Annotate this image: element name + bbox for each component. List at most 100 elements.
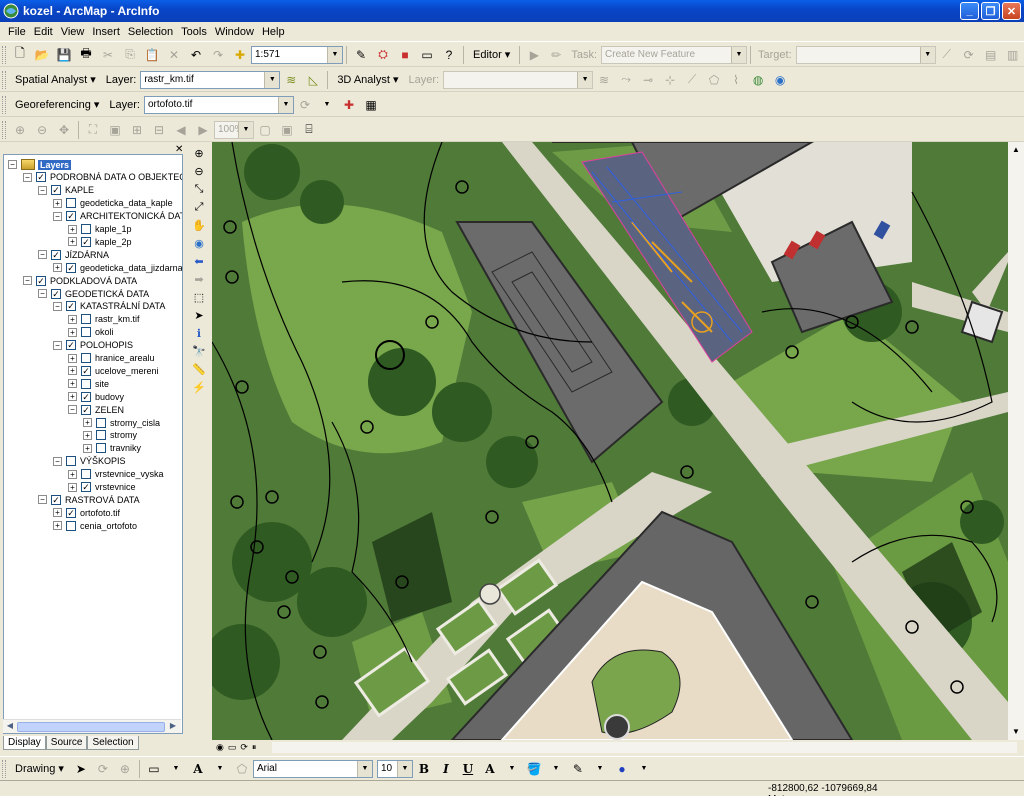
dropdown-icon[interactable]: ▼ [316, 94, 338, 116]
new-document-icon[interactable]: 🗋 [9, 44, 31, 66]
zoom-whole-page-icon[interactable]: ⛶ [82, 119, 104, 141]
collapse-icon[interactable]: − [53, 301, 62, 311]
back-icon[interactable]: ⬅ [188, 252, 210, 270]
expand-icon[interactable]: + [83, 443, 92, 453]
toc-layer-item[interactable]: + ✓ vrstevnice [68, 481, 136, 494]
chevron-down-icon[interactable]: ▼ [356, 760, 372, 777]
fixed-zoom-out-icon[interactable]: ⤢ [188, 198, 210, 216]
toc-layer-item[interactable]: − ✓ RASTROVÁ DATA [38, 493, 140, 506]
rotate-icon[interactable]: ⟳ [92, 758, 114, 780]
zoom-out-icon[interactable]: ⊖ [188, 162, 210, 180]
collapse-icon[interactable]: − [38, 185, 47, 195]
collapse-icon[interactable]: − [53, 211, 62, 221]
expand-icon[interactable]: + [68, 353, 77, 363]
pause-drawing-icon[interactable]: ⏸ [252, 742, 257, 753]
toc-layer-item[interactable]: + ✓ ucelove_mereni [68, 364, 159, 377]
arcscene-icon[interactable]: ◍ [747, 69, 769, 91]
toc-layer-item[interactable]: − ✓ ZELEN [68, 403, 124, 416]
editor-toolbar-icon[interactable]: ✎ [350, 44, 372, 66]
layer-visibility-checkbox[interactable]: ✓ [81, 236, 91, 247]
toc-layer-item[interactable]: − VÝŠKOPIS [53, 455, 126, 468]
pan-layout-icon[interactable]: ✥ [53, 119, 75, 141]
layer-label[interactable]: kaple_2p [95, 237, 132, 247]
zoom-in-icon[interactable]: ⊕ [188, 144, 210, 162]
text-icon[interactable]: A [187, 758, 209, 780]
layer-label[interactable]: geodeticka_data_kaple [80, 198, 173, 208]
layer-visibility-checkbox[interactable]: ✓ [36, 172, 46, 183]
layer-label[interactable]: PODKLADOVÁ DATA [50, 276, 137, 286]
refresh-icon[interactable]: ⟳ [240, 742, 248, 753]
layer-label[interactable]: PODROBNÁ DATA O OBJEKTECH [50, 172, 182, 182]
fixed-zoom-in-icon[interactable]: ⤡ [188, 180, 210, 198]
menu-help[interactable]: Help [258, 26, 289, 38]
collapse-icon[interactable]: − [68, 405, 77, 415]
interpolate-line-icon[interactable]: ⟋ [681, 69, 703, 91]
cut-icon[interactable]: ✂ [97, 44, 119, 66]
toc-layer-item[interactable]: + ✓ ortofoto.tif [53, 506, 120, 519]
menu-view[interactable]: View [57, 26, 89, 38]
toc-layer-item[interactable]: + site [68, 377, 109, 390]
collapse-icon[interactable]: − [23, 172, 32, 182]
zoom-to-selected-icon[interactable]: ⊕ [114, 758, 136, 780]
layout-view-icon[interactable]: ▭ [228, 742, 237, 753]
layer-visibility-checkbox[interactable]: ✓ [81, 391, 91, 402]
scale-combo[interactable]: 1:571 ▼ [251, 45, 343, 64]
layer-label[interactable]: RASTROVÁ DATA [65, 495, 140, 505]
zoom-out-layout-icon[interactable]: ⊖ [31, 119, 53, 141]
expand-icon[interactable]: + [83, 430, 92, 440]
fill-color-icon[interactable]: 🪣 [523, 758, 545, 780]
menu-insert[interactable]: Insert [88, 26, 124, 38]
dropdown-icon[interactable]: ▼ [633, 758, 655, 780]
select-features-icon[interactable]: ⬚ [188, 288, 210, 306]
maximize-button[interactable]: ❐ [981, 2, 1000, 20]
select-elements-icon[interactable]: ➤ [70, 758, 92, 780]
menu-file[interactable]: File [4, 26, 30, 38]
layer-visibility-checkbox[interactable] [96, 443, 106, 454]
identify-icon[interactable]: ℹ [188, 324, 210, 342]
toolbox-icon[interactable]: ■ [394, 44, 416, 66]
font-combo[interactable]: Arial ▼ [252, 759, 373, 778]
copy-icon[interactable]: ⎘ [119, 44, 141, 66]
rectangle-icon[interactable]: ▭ [143, 758, 165, 780]
rotate-tool-icon[interactable]: ⟳ [958, 44, 980, 66]
layer-visibility-checkbox[interactable]: ✓ [66, 211, 76, 222]
toc-layer-item[interactable]: + stromy_cisla [83, 416, 160, 429]
layers-label[interactable]: Layers [38, 159, 72, 170]
forward-icon[interactable]: ➡ [188, 270, 210, 288]
layer-visibility-checkbox[interactable] [66, 198, 76, 209]
toc-layer-item[interactable]: + okoli [68, 326, 114, 339]
menu-edit[interactable]: Edit [30, 26, 57, 38]
whats-this-icon[interactable]: ? [438, 44, 460, 66]
tab-selection[interactable]: Selection [87, 736, 139, 750]
tab-source[interactable]: Source [45, 736, 88, 750]
layer-visibility-checkbox[interactable]: ✓ [51, 494, 61, 505]
underline-button[interactable]: U [457, 758, 479, 780]
change-layout-icon[interactable]: ⌸ [298, 119, 320, 141]
scroll-down-icon[interactable]: ▼ [1008, 724, 1024, 740]
layout-zoom-combo[interactable]: 100% ▼ [214, 120, 254, 139]
layer-label[interactable]: ZELEN [95, 405, 124, 415]
map-view[interactable] [212, 142, 1008, 740]
toolbar-grip[interactable] [2, 70, 6, 89]
collapse-icon[interactable]: − [23, 276, 32, 286]
expand-icon[interactable]: + [53, 198, 62, 208]
menu-tools[interactable]: Tools [177, 26, 211, 38]
editor-menu[interactable]: Editor ▾ [467, 48, 516, 61]
interpolate-polygon-icon[interactable]: ⬠ [703, 69, 725, 91]
georeferencing-menu[interactable]: Georeferencing ▾ [9, 98, 105, 111]
arctoolbox-icon[interactable]: ⛭ [372, 44, 394, 66]
toolbar-grip[interactable] [2, 95, 6, 114]
forward-extent-icon[interactable]: ▶ [192, 119, 214, 141]
toc-layer-item[interactable]: − ✓ PODROBNÁ DATA O OBJEKTECH [23, 171, 182, 184]
toc-layer-item[interactable]: + cenia_ortofoto [53, 519, 137, 532]
layer-label[interactable]: geodeticka_data_jizdarna [80, 263, 182, 273]
save-icon[interactable]: 💾 [53, 44, 75, 66]
chevron-down-icon[interactable]: ▼ [327, 46, 342, 63]
layer-visibility-checkbox[interactable]: ✓ [51, 185, 61, 196]
task-combo[interactable]: Create New Feature ▼ [601, 45, 748, 64]
layer-visibility-checkbox[interactable] [66, 456, 76, 467]
dropdown-icon[interactable]: ▼ [165, 758, 187, 780]
toc-layer-item[interactable]: + stromy [83, 429, 137, 442]
menu-selection[interactable]: Selection [124, 26, 177, 38]
tab-display[interactable]: Display [3, 736, 46, 750]
